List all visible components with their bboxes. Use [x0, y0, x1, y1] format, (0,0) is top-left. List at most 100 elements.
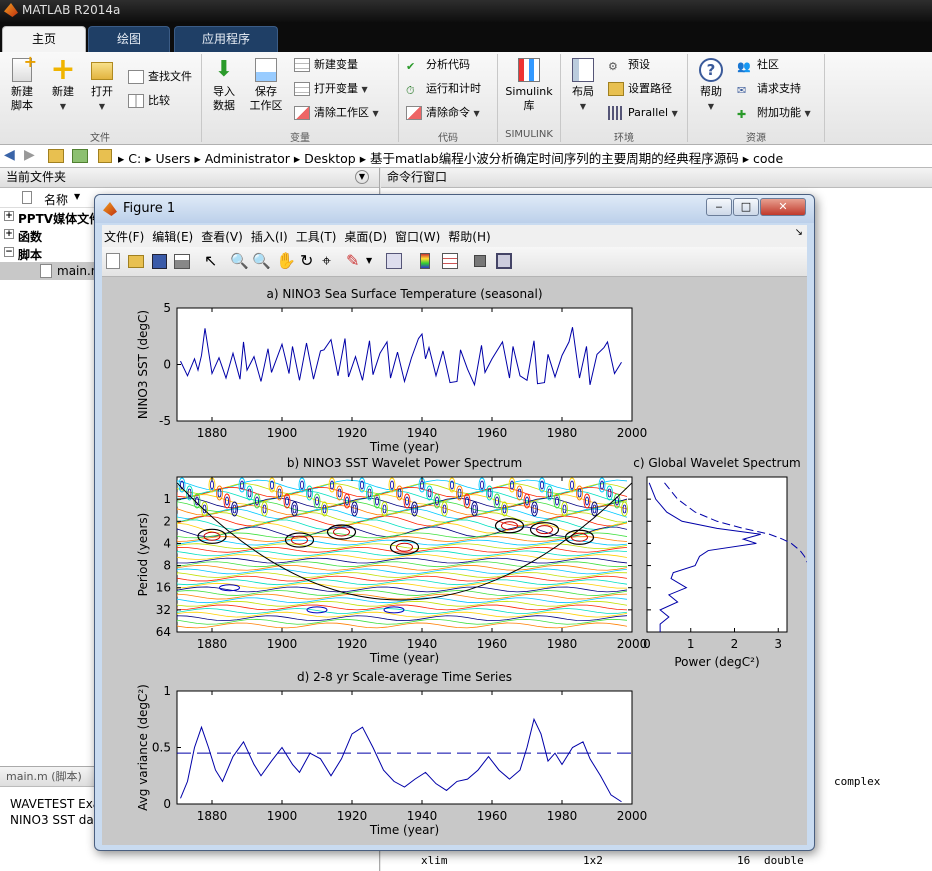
panel-menu-icon[interactable]: ▼	[355, 170, 369, 184]
clear-workspace-button[interactable]: 清除工作区 ▼	[294, 104, 379, 122]
dock-arrow-icon[interactable]: ↘	[795, 227, 803, 238]
new-figure-icon[interactable]	[106, 253, 120, 269]
app-title-bar: MATLAB R2014a	[0, 0, 932, 22]
menu-help[interactable]: 帮助(H)	[446, 225, 496, 245]
add-ons-button[interactable]: ✚ 附加功能 ▼	[737, 104, 811, 122]
compare-button[interactable]: 比较	[128, 92, 170, 110]
zoom-in-icon[interactable]: 🔍	[230, 252, 249, 270]
run-and-time-button[interactable]: ⏱ 运行和计时	[406, 80, 481, 98]
pan-icon[interactable]: ✋	[276, 251, 296, 270]
menu-desktop[interactable]: 桌面(D)	[342, 225, 393, 245]
rotate-icon[interactable]: ↻	[300, 251, 313, 270]
menu-window[interactable]: 窗口(W)	[393, 225, 446, 245]
save-icon[interactable]	[152, 254, 167, 269]
layout-button[interactable]: 布局 ▼	[566, 58, 600, 114]
request-support-button[interactable]: ✉ 请求支持	[737, 80, 801, 98]
y-tick-label: 0	[163, 797, 171, 811]
menu-view[interactable]: 查看(V)	[199, 225, 249, 245]
figure-menu-bar: 文件(F) 编辑(E) 查看(V) 插入(I) 工具(T) 桌面(D) 窗口(W) 帮助(H)…	[102, 225, 807, 247]
find-files-button[interactable]: 查找文件	[128, 68, 192, 86]
figure-canvas: 1880 1900 1920 1940 1960 1980 2000 -5 0 5 a) NINO3…	[102, 277, 810, 845]
matlab-logo-icon	[103, 202, 117, 216]
x-axis-label: Time (year)	[369, 823, 439, 837]
menu-insert[interactable]: 插入(I)	[249, 225, 294, 245]
expand-icon[interactable]: +	[4, 211, 14, 221]
folder-name: 脚本	[18, 248, 43, 262]
pointer-icon[interactable]: ↖	[204, 251, 217, 270]
y-tick-label: 5	[163, 301, 171, 315]
new-variable-label: 新建变量	[314, 58, 358, 71]
breadcrumb-item[interactable]: code	[753, 151, 783, 166]
import-data-icon: ⬇	[214, 57, 234, 82]
layout-icon	[572, 58, 594, 82]
expand-icon[interactable]: +	[4, 229, 14, 239]
open-variable-button[interactable]: 打开变量 ▼	[294, 80, 368, 98]
close-button[interactable]: ✕	[760, 198, 806, 216]
back-arrow-icon[interactable]: ◀	[4, 147, 15, 163]
zoom-out-icon[interactable]: 🔍	[252, 252, 271, 270]
menu-file[interactable]: 文件(F)	[102, 225, 150, 245]
colorbar-icon[interactable]	[420, 253, 430, 269]
chevron-down-icon: ▼	[59, 102, 67, 111]
save-workspace-button[interactable]: 保存 工作区	[246, 58, 286, 113]
data-cursor-icon[interactable]: ⌖	[322, 251, 331, 271]
matlab-logo-icon	[4, 3, 18, 17]
add-ons-icon: ✚	[737, 108, 747, 121]
breadcrumb-item[interactable]: 基于matlab编程小波分析确定时间序列的主要周期的经典程序源码	[370, 151, 739, 166]
breadcrumb-separator: ▸	[118, 151, 129, 166]
x-tick-label: 1980	[547, 637, 578, 651]
figure-title-bar: Figure 1 ‒ □ ✕	[95, 195, 814, 223]
breadcrumb[interactable]: ▸ C: ▸ Users ▸ Administrator ▸ Desktop ▸…	[118, 148, 783, 167]
new-script-button[interactable]: + 新建 脚本	[4, 54, 40, 113]
y-axis-label: NINO3 SST (degC)	[136, 310, 150, 419]
clear-commands-button[interactable]: 清除命令 ▼	[406, 104, 480, 122]
x-axis-label: Time (year)	[369, 440, 439, 454]
menu-edit[interactable]: 编辑(E)	[150, 225, 199, 245]
brush-icon[interactable]: ✎	[346, 251, 359, 270]
breadcrumb-item[interactable]: Users	[155, 151, 190, 166]
find-files-label: 查找文件	[148, 70, 192, 83]
clear-workspace-label: 清除工作区	[314, 106, 369, 119]
link-plot-icon[interactable]	[386, 253, 402, 269]
help-button[interactable]: ? 帮助 ▼	[694, 58, 728, 114]
community-button[interactable]: 👥 社区	[737, 56, 779, 74]
tab-plots[interactable]: 绘图	[88, 26, 170, 52]
open-file-icon[interactable]	[128, 255, 144, 268]
menu-tools[interactable]: 工具(T)	[294, 225, 343, 245]
column-name[interactable]: 名称	[44, 191, 68, 208]
new-button[interactable]: + 新建 ▼	[46, 55, 80, 114]
tab-apps[interactable]: 应用程序	[174, 26, 278, 52]
parallel-button[interactable]: Parallel ▼	[608, 104, 678, 122]
up-folder-icon[interactable]	[48, 149, 64, 163]
clear-commands-icon	[406, 106, 422, 120]
breadcrumb-item[interactable]: Administrator	[205, 151, 290, 166]
forward-arrow-icon[interactable]: ▶	[24, 147, 35, 163]
maximize-button[interactable]: □	[733, 198, 759, 216]
preferences-button[interactable]: ⚙ 预设	[608, 56, 650, 74]
set-path-button[interactable]: 设置路径	[608, 80, 672, 98]
print-icon[interactable]	[174, 254, 190, 269]
simulink-library-button[interactable]: Simulink 库	[502, 58, 556, 113]
open-button[interactable]: 打开 ▼	[86, 58, 118, 114]
show-plot-tools-icon[interactable]	[496, 253, 512, 269]
folder-name: 函数	[18, 230, 43, 244]
hide-plot-tools-icon[interactable]	[474, 255, 486, 267]
legend-icon[interactable]	[442, 253, 458, 269]
collapse-icon[interactable]: −	[4, 247, 14, 257]
group-variable-label: 变量	[290, 133, 310, 144]
minimize-button[interactable]: ‒	[706, 198, 732, 216]
open-variable-icon	[294, 82, 310, 96]
tab-home[interactable]: 主页	[2, 26, 86, 52]
app-title: MATLAB R2014a	[22, 3, 121, 17]
import-data-button[interactable]: ⬇ 导入 数据	[206, 58, 242, 113]
browse-folder-icon[interactable]	[72, 149, 88, 163]
breadcrumb-item[interactable]: Desktop	[304, 151, 356, 166]
new-variable-button[interactable]: 新建变量	[294, 56, 358, 74]
x-tick-label: 1880	[197, 426, 228, 440]
breadcrumb-item[interactable]: C:	[128, 151, 141, 166]
chevron-down-icon[interactable]: ▼	[366, 256, 372, 265]
breadcrumb-separator: ▸	[359, 151, 370, 166]
analyze-code-button[interactable]: ✔ 分析代码	[406, 56, 470, 74]
x-tick-label: 1920	[337, 637, 368, 651]
set-path-label: 设置路径	[628, 82, 672, 95]
